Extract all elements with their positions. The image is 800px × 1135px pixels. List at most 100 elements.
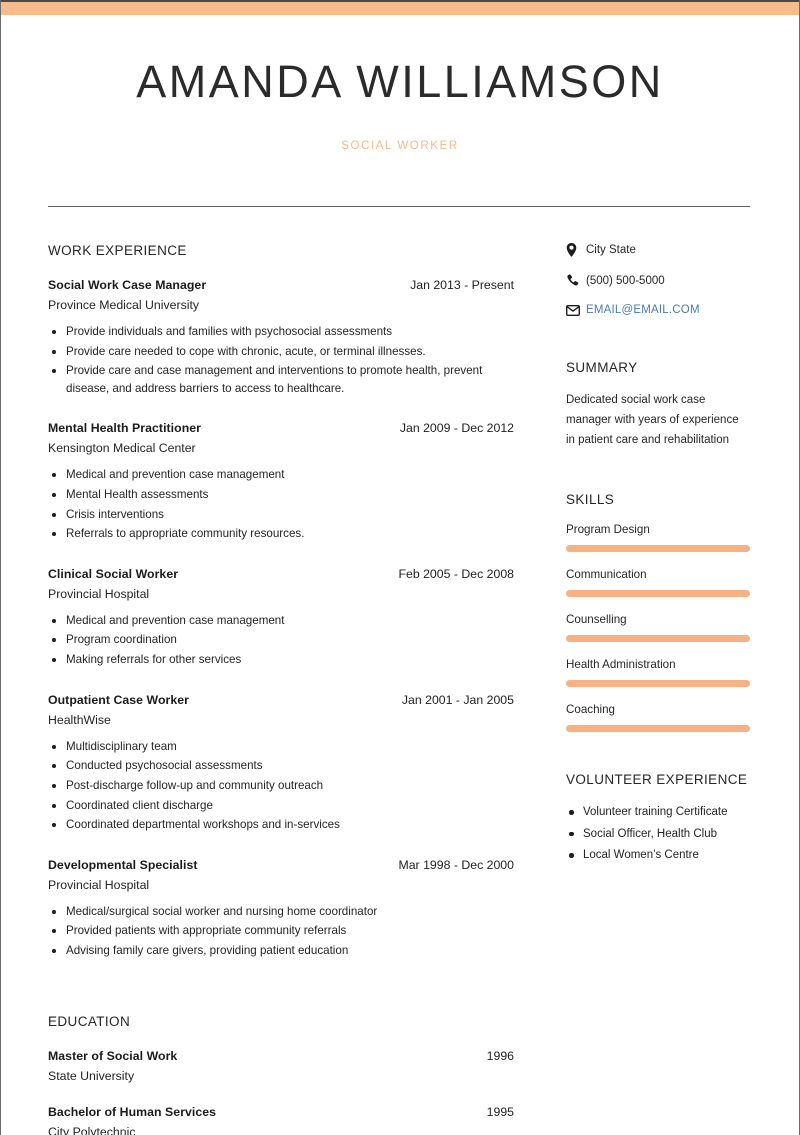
job-bullet: Provide care needed to cope with chronic…	[48, 343, 514, 361]
experience-entry-header: Clinical Social Worker Feb 2005 - Dec 20…	[48, 567, 514, 581]
contact-phone: (500) 500-5000	[566, 274, 750, 287]
accent-band	[0, 2, 800, 15]
job-bullet: Referrals to appropriate community resou…	[48, 525, 514, 543]
job-role: Social Work Case Manager	[48, 278, 207, 292]
skill-bar-fill	[566, 545, 750, 553]
skills-heading: SKILLS	[566, 492, 615, 508]
skill-item: Coaching	[566, 703, 750, 733]
degree-year: 1995	[486, 1104, 514, 1119]
school-name: State University	[48, 1068, 135, 1083]
job-bullet: Making referrals for other services	[48, 651, 514, 669]
summary-text: Dedicated social work case manager with …	[566, 394, 739, 446]
education-entry-header: Master of Social Work 1996	[48, 1049, 514, 1063]
job-role: Outpatient Case Worker	[48, 692, 189, 707]
job-bullet: Medical/surgical social worker and nursi…	[48, 903, 514, 921]
contact-location: City State	[566, 243, 750, 257]
main-column: WORK EXPERIENCE Social Work Case Manager…	[48, 243, 514, 1135]
education-entry: Master of Social Work 1996 State Univers…	[48, 1049, 514, 1083]
degree-name: Bachelor of Human Services	[48, 1104, 217, 1119]
skill-bar-fill	[566, 725, 750, 733]
skills-list: Program Design Communication Counselling…	[566, 523, 750, 733]
job-bullet: Provided patients with appropriate commu…	[48, 922, 514, 940]
skill-label: Coaching	[566, 703, 615, 717]
skill-item: Counselling	[566, 613, 750, 643]
skill-bar-track	[566, 590, 750, 598]
contact-location-text: City State	[586, 244, 636, 256]
skill-label: Communication	[566, 568, 647, 582]
header-divider	[48, 206, 750, 207]
job-organization: Provincial Hospital	[48, 877, 150, 892]
phone-icon	[566, 274, 586, 287]
skill-bar-track	[566, 545, 750, 553]
skill-item: Health Administration	[566, 658, 750, 688]
job-organization: HealthWise	[48, 712, 111, 727]
volunteer-experience-heading: VOLUNTEER EXPERIENCE	[566, 772, 748, 788]
contact-list: City State (500) 500-5000 EMAIL@EMAIL.CO…	[566, 243, 750, 316]
job-bullet: Post-discharge follow-up and community o…	[48, 777, 514, 795]
envelope-icon	[566, 304, 586, 316]
summary-heading: SUMMARY	[566, 360, 638, 375]
job-dates: Jan 2013 - Present	[410, 278, 514, 292]
school-name: City Polytechnic	[48, 1124, 136, 1135]
experience-entry-header: Social Work Case Manager Jan 2013 - Pres…	[48, 278, 514, 292]
job-bullet: Multidisciplinary team	[48, 738, 514, 756]
education-heading: EDUCATION	[48, 1013, 131, 1029]
volunteer-item: Social Officer, Health Club	[566, 825, 750, 843]
job-role: Developmental Specialist	[48, 857, 198, 872]
experience-entry: Mental Health Practitioner Jan 2009 - De…	[48, 421, 514, 542]
job-dates: Feb 2005 - Dec 2008	[398, 566, 514, 581]
location-pin-icon	[566, 243, 586, 257]
skill-item: Program Design	[566, 523, 750, 553]
skill-bar-fill	[566, 680, 750, 688]
job-bullet: Advising family care givers, providing p…	[48, 942, 514, 960]
volunteer-item: Volunteer training Certificate	[566, 803, 750, 821]
experience-entry-header: Outpatient Case Worker Jan 2001 - Jan 20…	[48, 693, 514, 707]
job-bullet: Medical and prevention case management	[48, 466, 514, 484]
degree-year: 1996	[486, 1048, 514, 1063]
contact-email[interactable]: EMAIL@EMAIL.COM	[566, 304, 750, 316]
work-experience-heading: WORK EXPERIENCE	[48, 243, 187, 258]
candidate-name: AMANDA WILLIAMSON	[136, 56, 664, 107]
job-dates: Jan 2001 - Jan 2005	[401, 692, 514, 707]
skill-label: Counselling	[566, 613, 627, 627]
job-bullet: Provide individuals and families with ps…	[48, 323, 514, 341]
volunteer-list: Volunteer training Certificate Social Of…	[566, 803, 750, 864]
job-bullets: Medical and prevention case management M…	[48, 466, 514, 542]
sidebar-column: City State (500) 500-5000 EMAIL@EMAIL.CO…	[566, 243, 750, 867]
job-bullet: Crisis interventions	[48, 506, 514, 524]
experience-entry: Clinical Social Worker Feb 2005 - Dec 20…	[48, 567, 514, 669]
job-bullet: Mental Health assessments	[48, 486, 514, 504]
job-bullet: Medical and prevention case management	[48, 612, 514, 630]
job-bullets: Medical/surgical social worker and nursi…	[48, 903, 514, 960]
contact-phone-text: (500) 500-5000	[586, 274, 665, 287]
experience-entry-header: Mental Health Practitioner Jan 2009 - De…	[48, 421, 514, 435]
job-role: Mental Health Practitioner	[48, 421, 201, 436]
skill-label: Program Design	[566, 523, 650, 537]
work-experience-list: Social Work Case Manager Jan 2013 - Pres…	[48, 278, 514, 960]
education-list: Master of Social Work 1996 State Univers…	[48, 1049, 514, 1135]
job-bullets: Medical and prevention case management P…	[48, 612, 514, 669]
experience-entry: Outpatient Case Worker Jan 2001 - Jan 20…	[48, 693, 514, 834]
job-bullets: Provide individuals and families with ps…	[48, 323, 514, 397]
job-role: Clinical Social Worker	[48, 566, 179, 581]
job-dates: Jan 2009 - Dec 2012	[399, 421, 514, 436]
job-bullet: Coordinated client discharge	[48, 797, 514, 815]
job-bullets: Multidisciplinary team Conducted psychos…	[48, 738, 514, 834]
page-left-border	[0, 0, 1, 1135]
education-entry: Bachelor of Human Services 1995 City Pol…	[48, 1105, 514, 1135]
contact-email-text[interactable]: EMAIL@EMAIL.COM	[586, 304, 700, 316]
skill-bar-track	[566, 635, 750, 643]
job-organization: Province Medical University	[48, 298, 200, 312]
job-organization: Kensington Medical Center	[48, 441, 196, 456]
skill-bar-fill	[566, 635, 750, 643]
education-entry-header: Bachelor of Human Services 1995	[48, 1105, 514, 1119]
job-organization: Provincial Hospital	[48, 586, 150, 601]
experience-entry: Developmental Specialist Mar 1998 - Dec …	[48, 858, 514, 960]
resume-page: AMANDA WILLIAMSON SOCIAL WORKER WORK EXP…	[0, 0, 800, 1135]
job-bullet: Provide care and case management and int…	[48, 362, 514, 397]
experience-entry-header: Developmental Specialist Mar 1998 - Dec …	[48, 858, 514, 872]
resume-header: AMANDA WILLIAMSON SOCIAL WORKER	[0, 15, 800, 152]
experience-entry: Social Work Case Manager Jan 2013 - Pres…	[48, 278, 514, 397]
skill-item: Communication	[566, 568, 750, 598]
candidate-job-title: SOCIAL WORKER	[341, 140, 459, 152]
